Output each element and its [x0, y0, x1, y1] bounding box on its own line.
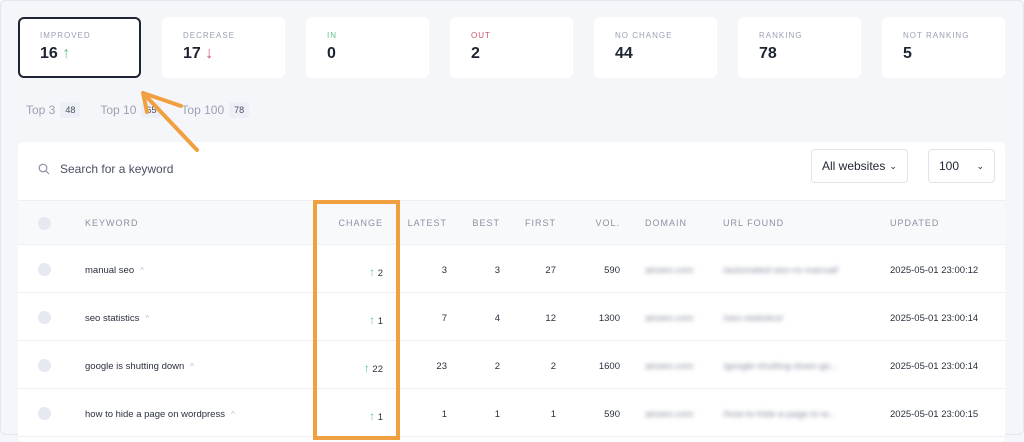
annotation-arrow-icon — [141, 91, 199, 152]
